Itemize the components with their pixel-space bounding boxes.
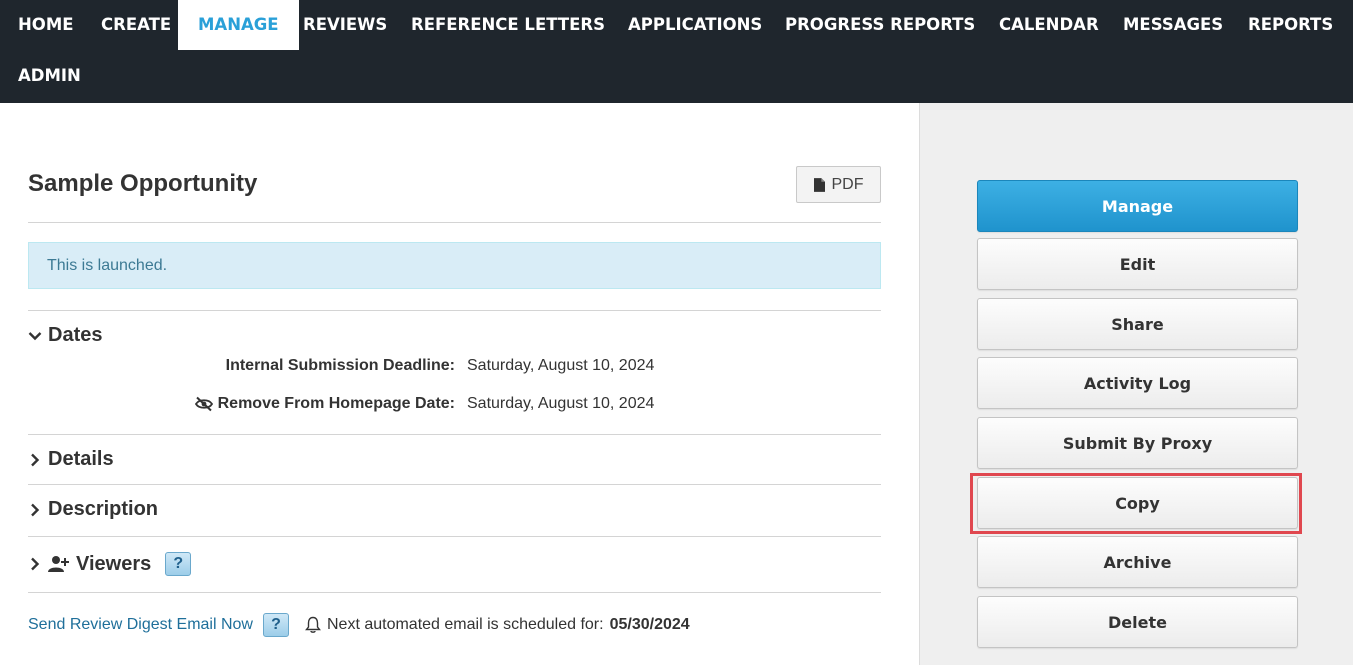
section-details-toggle[interactable]: Details — [28, 448, 114, 471]
section-viewers-label: Viewers — [76, 552, 152, 575]
internal-deadline-label: Internal Submission Deadline: — [226, 357, 455, 375]
manage-button[interactable]: Manage — [977, 180, 1298, 232]
nav-item-reference-letters[interactable]: REFERENCE LETTERS — [393, 0, 623, 50]
file-icon — [813, 177, 825, 192]
nav-item-admin[interactable]: ADMIN — [0, 51, 99, 101]
copy-button[interactable]: Copy — [977, 477, 1298, 529]
nav-item-manage[interactable]: MANAGE — [178, 0, 299, 50]
section-description-toggle[interactable]: Description — [28, 498, 158, 521]
delete-button[interactable]: Delete — [977, 596, 1298, 648]
nav-item-reviews[interactable]: REVIEWS — [285, 0, 405, 50]
chevron-right-icon — [31, 503, 40, 516]
send-digest-link[interactable]: Send Review Digest Email Now — [28, 616, 253, 634]
schedule-text: Next automated email is scheduled for: — [326, 616, 604, 633]
nav-item-create[interactable]: CREATE — [83, 0, 189, 50]
divider — [28, 592, 881, 593]
chevron-right-icon — [31, 557, 40, 571]
pdf-button-label: PDF — [831, 175, 864, 193]
divider — [28, 536, 881, 537]
divider — [28, 484, 881, 485]
nav-item-calendar[interactable]: CALENDAR — [981, 0, 1117, 50]
schedule-date: 05/30/2024 — [609, 616, 690, 633]
divider — [28, 434, 881, 435]
divider — [28, 222, 881, 223]
archive-button[interactable]: Archive — [977, 536, 1298, 588]
nav-item-messages[interactable]: MESSAGES — [1105, 0, 1241, 50]
viewers-help-button[interactable]: ? — [165, 552, 192, 576]
divider — [28, 310, 881, 311]
remove-homepage-label: Remove From Homepage Date: — [194, 395, 455, 413]
section-dates-label: Dates — [48, 324, 103, 346]
nav-item-applications[interactable]: APPLICATIONS — [610, 0, 780, 50]
chevron-down-icon — [28, 331, 42, 340]
remove-homepage-label-text: Remove From Homepage Date: — [217, 395, 455, 412]
digest-help-button[interactable]: ? — [262, 613, 289, 637]
page-title: Sample Opportunity — [28, 170, 258, 197]
section-details-label: Details — [48, 448, 114, 470]
nav-item-progress-reports[interactable]: PROGRESS REPORTS — [767, 0, 993, 50]
schedule-info: Next automated email is scheduled for: 0… — [305, 616, 690, 634]
user-plus-icon — [48, 556, 69, 572]
remove-homepage-value: Saturday, August 10, 2024 — [467, 395, 655, 412]
bell-icon — [305, 616, 321, 633]
internal-deadline-label-text: Internal Submission Deadline: — [225, 357, 455, 374]
edit-button[interactable]: Edit — [977, 238, 1298, 290]
chevron-right-icon — [31, 453, 40, 466]
submit-by-proxy-button[interactable]: Submit By Proxy — [977, 417, 1298, 469]
top-navigation: HOME CREATE MANAGE REVIEWS REFERENCE LET… — [0, 0, 1353, 103]
pdf-button[interactable]: PDF — [796, 166, 881, 203]
section-dates-toggle[interactable]: Dates — [28, 324, 102, 347]
status-alert: This is launched. — [28, 242, 881, 289]
nav-item-reports[interactable]: REPORTS — [1230, 0, 1351, 50]
section-description-label: Description — [48, 498, 159, 520]
internal-deadline-value: Saturday, August 10, 2024 — [467, 357, 655, 374]
nav-item-home[interactable]: HOME — [0, 0, 92, 50]
share-button[interactable]: Share — [977, 298, 1298, 350]
eye-slash-icon — [194, 396, 213, 412]
section-viewers-toggle[interactable]: Viewers ? — [28, 552, 192, 576]
digest-row: Send Review Digest Email Now ? Next auto… — [28, 612, 690, 638]
activity-log-button[interactable]: Activity Log — [977, 357, 1298, 409]
